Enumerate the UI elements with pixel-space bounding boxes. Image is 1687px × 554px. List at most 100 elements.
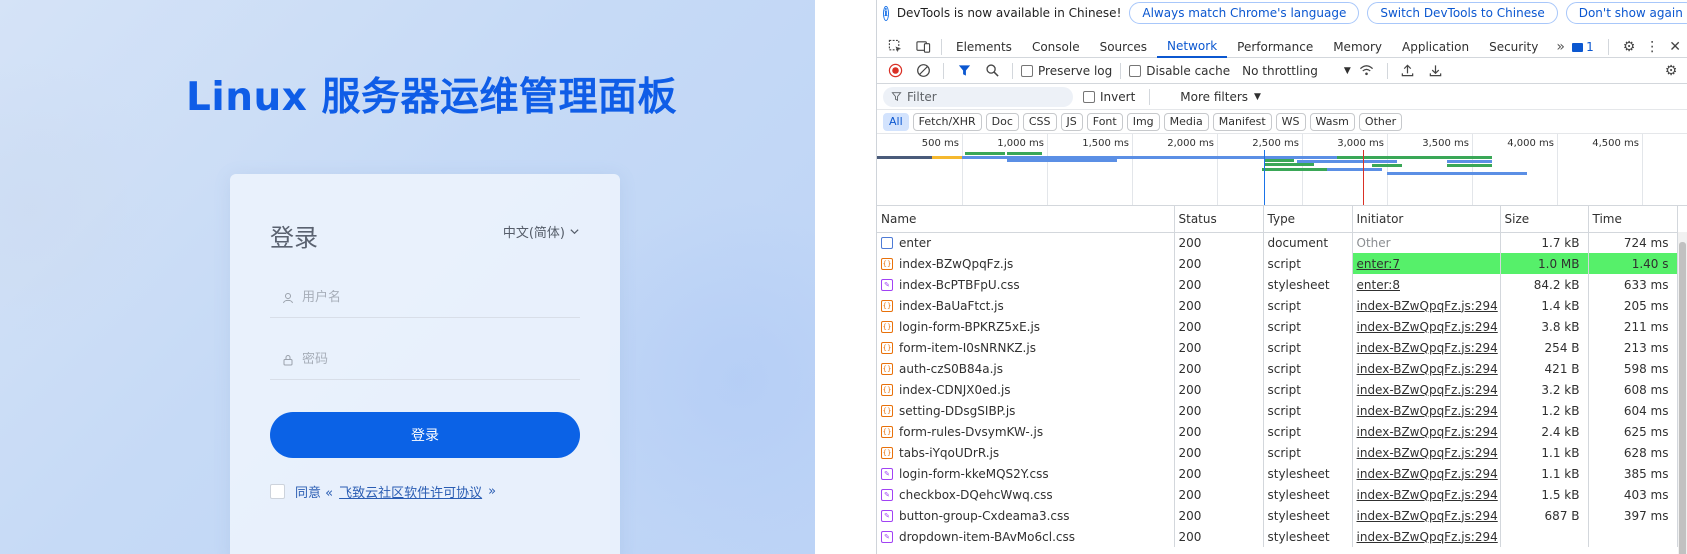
inspect-element-icon[interactable] xyxy=(881,36,909,58)
column-header-time[interactable]: Time xyxy=(1588,206,1678,233)
tab-memory[interactable]: Memory xyxy=(1323,36,1392,58)
type-filter-manifest[interactable]: Manifest xyxy=(1212,112,1272,131)
table-row[interactable]: {} index-BZwQpqFz.js 200 script enter:7 1.0 M… xyxy=(877,253,1678,274)
filter-icon[interactable] xyxy=(952,60,976,82)
switch-to-chinese-button[interactable]: Switch DevTools to Chinese xyxy=(1367,2,1558,24)
close-devtools-icon[interactable]: ✕ xyxy=(1669,39,1681,55)
request-name-cell[interactable]: ✎ index-BcPTBFpU.css xyxy=(877,274,1175,295)
request-name-cell[interactable]: {} index-BaUaFtct.js xyxy=(877,295,1175,316)
tab-application[interactable]: Application xyxy=(1392,36,1479,58)
request-initiator[interactable]: enter:8 xyxy=(1352,274,1501,295)
network-settings-icon[interactable]: ⚙ xyxy=(1659,60,1683,82)
request-name-cell[interactable]: {} login-form-BPKRZ5xE.js xyxy=(877,316,1175,337)
tab-elements[interactable]: Elements xyxy=(946,36,1022,58)
request-name-cell[interactable]: ✎ login-form-kkeMQS2Y.css xyxy=(877,463,1175,484)
table-row[interactable]: {} tabs-iYqoUDrR.js 200 script index-BZwQpqF… xyxy=(877,442,1678,463)
password-input[interactable] xyxy=(302,352,562,367)
request-initiator[interactable]: index-BZwQpqFz.js:294 xyxy=(1352,463,1501,484)
table-row[interactable]: {} login-form-BPKRZ5xE.js 200 script index-B… xyxy=(877,316,1678,337)
request-initiator[interactable]: index-BZwQpqFz.js:294 xyxy=(1352,379,1501,400)
filter-input[interactable] xyxy=(907,89,1057,104)
preserve-log-checkbox[interactable]: Preserve log xyxy=(1021,64,1112,78)
column-header-status[interactable]: Status xyxy=(1174,206,1264,233)
more-tabs-icon[interactable]: » xyxy=(1548,39,1573,55)
invert-checkbox[interactable]: Invert xyxy=(1083,90,1135,104)
type-filter-media[interactable]: Media xyxy=(1163,112,1209,131)
network-conditions-icon[interactable] xyxy=(1355,60,1379,82)
type-filter-ws[interactable]: WS xyxy=(1275,112,1306,131)
tab-performance[interactable]: Performance xyxy=(1227,36,1323,58)
request-initiator[interactable]: index-BZwQpqFz.js:294 xyxy=(1352,316,1501,337)
disable-cache-checkbox[interactable]: Disable cache xyxy=(1129,64,1230,78)
request-initiator[interactable]: enter:7 xyxy=(1352,253,1501,274)
table-row[interactable]: ✎ dropdown-item-BAvMo6cl.css 200 stylesheet… xyxy=(877,526,1678,547)
tab-network[interactable]: Network xyxy=(1157,36,1228,58)
request-initiator[interactable]: index-BZwQpqFz.js:294 xyxy=(1352,337,1501,358)
request-initiator[interactable]: index-BZwQpqFz.js:294 xyxy=(1352,526,1501,547)
scrollbar-thumb[interactable] xyxy=(1679,242,1686,554)
table-row[interactable]: {} setting-DDsgSIBP.js 200 script index-BZwQ… xyxy=(877,400,1678,421)
request-initiator[interactable]: index-BZwQpqFz.js:294 xyxy=(1352,442,1501,463)
match-language-button[interactable]: Always match Chrome's language xyxy=(1129,2,1360,24)
type-filter-other[interactable]: Other xyxy=(1358,112,1403,131)
tab-security[interactable]: Security xyxy=(1479,36,1548,58)
type-filter-font[interactable]: Font xyxy=(1086,112,1123,131)
type-filter-wasm[interactable]: Wasm xyxy=(1309,112,1355,131)
request-initiator[interactable]: index-BZwQpqFz.js:294 xyxy=(1352,421,1501,442)
table-row[interactable]: {} index-CDNJX0ed.js 200 script index-BZwQpq… xyxy=(877,379,1678,400)
clear-icon[interactable] xyxy=(911,60,935,82)
type-filter-all[interactable]: All xyxy=(883,112,909,131)
table-row[interactable]: ✎ index-BcPTBFpU.css 200 stylesheet enter:8 8… xyxy=(877,274,1678,295)
table-row[interactable]: {} auth-czS0B84a.js 200 script index-BZwQpqF… xyxy=(877,358,1678,379)
column-header-size[interactable]: Size xyxy=(1500,206,1589,233)
table-row[interactable]: ✎ login-form-kkeMQS2Y.css 200 stylesheet ind… xyxy=(877,463,1678,484)
stop-recording-icon[interactable] xyxy=(883,60,907,82)
type-filter-css[interactable]: CSS xyxy=(1022,112,1057,131)
request-name-cell[interactable]: ✎ dropdown-item-BAvMo6cl.css xyxy=(877,526,1175,547)
request-initiator[interactable]: index-BZwQpqFz.js:294 xyxy=(1352,358,1501,379)
request-initiator[interactable]: index-BZwQpqFz.js:294 xyxy=(1352,484,1501,505)
type-filter-fetch-xhr[interactable]: Fetch/XHR xyxy=(912,112,982,131)
tab-sources[interactable]: Sources xyxy=(1090,36,1157,58)
column-header-type[interactable]: Type xyxy=(1263,206,1353,233)
table-row[interactable]: {} form-rules-DvsymKW-.js 200 script index-B… xyxy=(877,421,1678,442)
type-filter-doc[interactable]: Doc xyxy=(985,112,1019,131)
table-row[interactable]: {} index-BaUaFtct.js 200 script index-BZwQpq… xyxy=(877,295,1678,316)
request-name-cell[interactable]: ✎ button-group-Cxdeama3.css xyxy=(877,505,1175,526)
type-filter-img[interactable]: Img xyxy=(1126,112,1160,131)
type-filter-js[interactable]: JS xyxy=(1060,112,1083,131)
table-row[interactable]: {} form-item-I0sNRNKZ.js 200 script index-BZ… xyxy=(877,337,1678,358)
request-name-cell[interactable]: enter xyxy=(877,232,1175,253)
request-name-cell[interactable]: {} index-BZwQpqFz.js xyxy=(877,253,1175,274)
request-initiator[interactable]: index-BZwQpqFz.js:294 xyxy=(1352,505,1501,526)
device-toolbar-icon[interactable] xyxy=(909,36,937,58)
request-initiator[interactable]: index-BZwQpqFz.js:294 xyxy=(1352,400,1501,421)
table-scrollbar[interactable] xyxy=(1678,232,1687,554)
issues-button[interactable]: 1 xyxy=(1572,40,1594,54)
settings-gear-icon[interactable]: ⚙ xyxy=(1623,39,1636,55)
request-name-cell[interactable]: {} setting-DDsgSIBP.js xyxy=(877,400,1175,421)
more-options-icon[interactable]: ⋮ xyxy=(1645,39,1659,55)
throttling-select[interactable]: No throttling ▼ xyxy=(1242,64,1351,78)
column-header-name[interactable]: Name xyxy=(877,206,1175,233)
import-har-icon[interactable] xyxy=(1396,60,1420,82)
table-row[interactable]: enter 200 document Other 1.7 kB 724 ms xyxy=(877,232,1678,253)
request-initiator[interactable]: index-BZwQpqFz.js:294 xyxy=(1352,295,1501,316)
request-name-cell[interactable]: {} auth-czS0B84a.js xyxy=(877,358,1175,379)
request-name-cell[interactable]: {} form-rules-DvsymKW-.js xyxy=(877,421,1175,442)
license-link[interactable]: 飞致云社区软件许可协议 xyxy=(339,482,482,501)
dont-show-again-button[interactable]: Don't show again xyxy=(1565,2,1687,24)
username-input[interactable] xyxy=(302,290,562,305)
search-icon[interactable] xyxy=(980,60,1004,82)
export-har-icon[interactable] xyxy=(1424,60,1448,82)
request-name-cell[interactable]: {} tabs-iYqoUDrR.js xyxy=(877,442,1175,463)
tab-console[interactable]: Console xyxy=(1022,36,1090,58)
request-name-cell[interactable]: ✎ checkbox-DQehcWwq.css xyxy=(877,484,1175,505)
agree-checkbox[interactable] xyxy=(270,484,285,499)
more-filters-dropdown[interactable]: More filters ▼ xyxy=(1180,90,1261,104)
column-header-initiator[interactable]: Initiator xyxy=(1352,206,1501,233)
request-name-cell[interactable]: {} form-item-I0sNRNKZ.js xyxy=(877,337,1175,358)
table-row[interactable]: ✎ button-group-Cxdeama3.css 200 stylesheet i… xyxy=(877,505,1678,526)
login-button[interactable]: 登录 xyxy=(270,412,580,458)
table-row[interactable]: ✎ checkbox-DQehcWwq.css 200 stylesheet index… xyxy=(877,484,1678,505)
